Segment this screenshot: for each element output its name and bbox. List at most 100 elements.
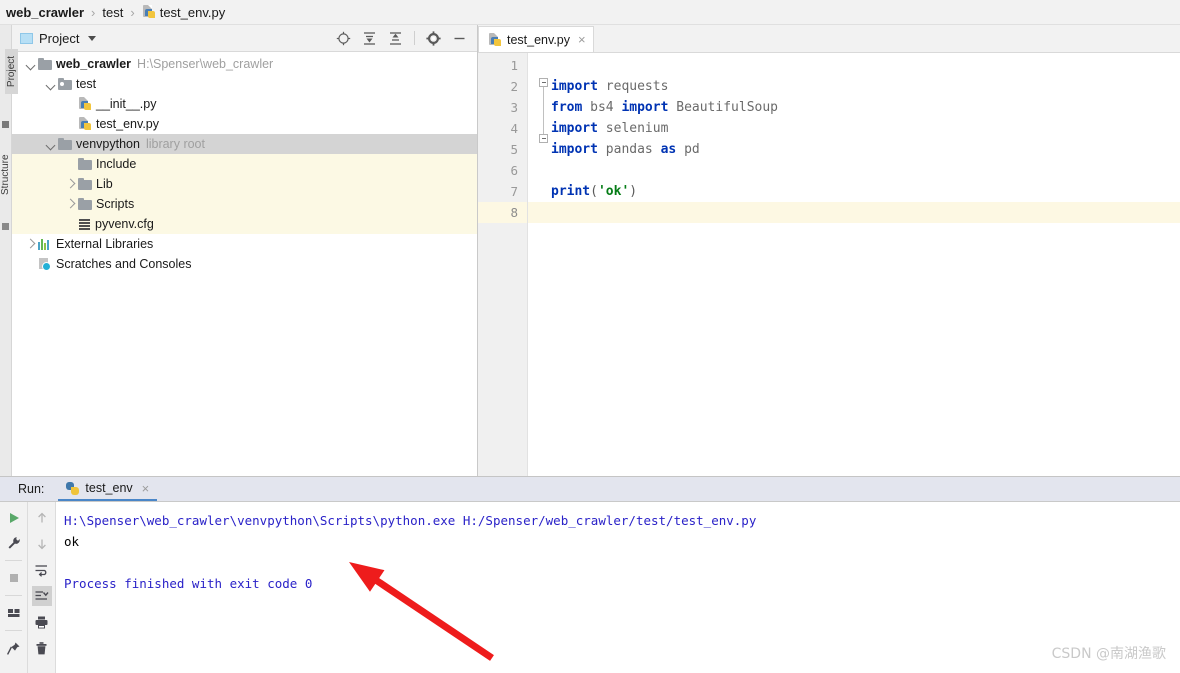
tree-node[interactable]: test — [12, 74, 477, 94]
config-file-icon — [78, 218, 91, 230]
line-number: 4 — [510, 121, 518, 136]
breadcrumb-item-file[interactable]: test_env.py — [142, 4, 226, 20]
rerun-run-icon[interactable] — [4, 508, 24, 528]
expand-all-icon[interactable] — [362, 31, 377, 46]
tree-node[interactable]: Scratches and Consoles — [12, 254, 477, 274]
code-editor[interactable]: 12345678 import requests from bs4 import … — [478, 53, 1180, 476]
tree-node[interactable]: External Libraries — [12, 234, 477, 254]
scroll-to-end-icon[interactable] — [31, 586, 52, 606]
clear-all-trash-icon[interactable] — [32, 638, 52, 658]
python-icon — [66, 481, 80, 495]
run-tab-label: test_env — [85, 481, 133, 495]
settings-wrench-icon[interactable] — [4, 533, 24, 553]
run-actions-column-1 — [0, 502, 28, 673]
chevron-down-icon[interactable] — [44, 77, 58, 91]
external-libraries-icon — [38, 238, 52, 250]
tree-node-label: venvpython — [76, 137, 140, 151]
project-tree[interactable]: web_crawler H:\Spenser\web_crawler test __i… — [12, 52, 477, 476]
code-token: import — [621, 100, 669, 115]
python-file-icon — [142, 5, 156, 19]
run-console-area: H:\Spenser\web_crawler\venvpython\Script… — [0, 501, 1180, 673]
code-token: ( — [590, 184, 598, 199]
tree-node-label: Lib — [96, 177, 113, 191]
settings-gear-icon[interactable] — [426, 30, 441, 46]
code-token: pd — [676, 142, 700, 157]
code-line[interactable]: import requests — [528, 76, 1180, 97]
pycharm-window: web_crawler › test › test_env.py Project… — [0, 0, 1180, 673]
close-icon[interactable]: × — [578, 33, 586, 46]
tree-node-note: library root — [145, 137, 205, 151]
chevron-down-icon[interactable] — [44, 137, 58, 151]
folder-icon — [78, 198, 92, 210]
folder-icon — [78, 178, 92, 190]
tree-node[interactable]: Include — [12, 154, 477, 174]
code-line[interactable]: print('ok') — [528, 181, 1180, 202]
code-line[interactable] — [528, 160, 1180, 181]
layout-restore-icon[interactable] — [4, 603, 24, 623]
main-content: Project Structure Project web_crawler H:… — [0, 25, 1180, 476]
folder-icon — [78, 158, 92, 170]
tree-node-label: __init__.py — [96, 97, 157, 111]
line-number: 7 — [510, 184, 518, 199]
tool-window-button-structure[interactable]: Structure — [0, 154, 11, 195]
chevron-down-icon[interactable] — [24, 57, 38, 71]
chevron-right-icon[interactable] — [64, 197, 78, 211]
code-token: 'ok' — [597, 184, 630, 199]
code-token: from — [551, 100, 583, 115]
chevron-right-icon[interactable] — [24, 237, 38, 251]
editor-gutter[interactable]: 1 2 3 4 5 6 7 8 — [478, 53, 528, 476]
console-line[interactable]: H:\Spenser\web_crawler\venvpython\Script… — [64, 510, 1180, 531]
code-token: import — [551, 79, 598, 94]
code-line[interactable] — [528, 202, 1180, 223]
code-line[interactable]: import pandas as pd — [528, 139, 1180, 160]
chevron-right-icon[interactable] — [64, 177, 78, 191]
project-panel-title[interactable]: Project — [20, 31, 97, 46]
hide-minimize-icon[interactable] — [452, 31, 467, 46]
breadcrumb-item-folder[interactable]: test — [102, 5, 123, 20]
stop-icon[interactable] — [4, 568, 24, 588]
code-line[interactable]: import selenium — [528, 118, 1180, 139]
tree-node[interactable]: Lib — [12, 174, 477, 194]
folder-icon — [58, 138, 72, 150]
code-line[interactable] — [528, 55, 1180, 76]
folder-icon — [38, 58, 52, 70]
code-line[interactable]: from bs4 import BeautifulSoup — [528, 97, 1180, 118]
breadcrumb-label-file: test_env.py — [159, 4, 226, 20]
collapse-all-icon[interactable] — [388, 31, 403, 46]
tree-node[interactable]: pyvenv.cfg — [12, 214, 477, 234]
console-line[interactable]: Process finished with exit code 0 — [64, 573, 1180, 594]
run-tab-test-env[interactable]: test_env × — [58, 478, 158, 501]
breadcrumb-item-project[interactable]: web_crawler — [6, 5, 84, 20]
soft-wrap-icon[interactable] — [32, 560, 52, 580]
console-output[interactable]: H:\Spenser\web_crawler\venvpython\Script… — [56, 502, 1180, 673]
line-number: 8 — [478, 202, 527, 223]
editor-code[interactable]: import requests from bs4 import Beautiful… — [528, 53, 1180, 476]
editor-tab-test-env[interactable]: test_env.py × — [478, 26, 594, 52]
down-stack-icon[interactable] — [32, 534, 52, 554]
tree-node[interactable]: test_env.py — [12, 114, 477, 134]
tool-window-icon-structure — [2, 223, 9, 230]
line-number: 2 — [510, 79, 518, 94]
line-number: 5 — [510, 142, 518, 157]
line-number: 6 — [510, 163, 518, 178]
tree-node[interactable]: venvpython library root — [12, 134, 477, 154]
print-icon[interactable] — [32, 612, 52, 632]
tree-node-label: test_env.py — [96, 117, 160, 131]
locate-target-icon[interactable] — [336, 31, 351, 46]
code-token: print — [551, 184, 591, 199]
tree-node[interactable]: __init__.py — [12, 94, 477, 114]
tree-node[interactable]: Scripts — [12, 194, 477, 214]
tool-window-icon-project — [2, 121, 9, 128]
tree-node[interactable]: web_crawler H:\Spenser\web_crawler — [12, 54, 477, 74]
toolbar-divider — [414, 31, 415, 45]
tree-node-label: web_crawler — [56, 57, 132, 71]
chevron-down-icon[interactable] — [88, 35, 97, 41]
code-token: BeautifulSoup — [668, 100, 778, 115]
run-tab-bar: Run: test_env × — [0, 477, 1180, 501]
close-icon[interactable]: × — [142, 482, 150, 495]
run-panel-label: Run: — [18, 482, 45, 496]
up-stack-icon[interactable] — [32, 508, 52, 528]
pin-tab-icon[interactable] — [4, 638, 24, 658]
